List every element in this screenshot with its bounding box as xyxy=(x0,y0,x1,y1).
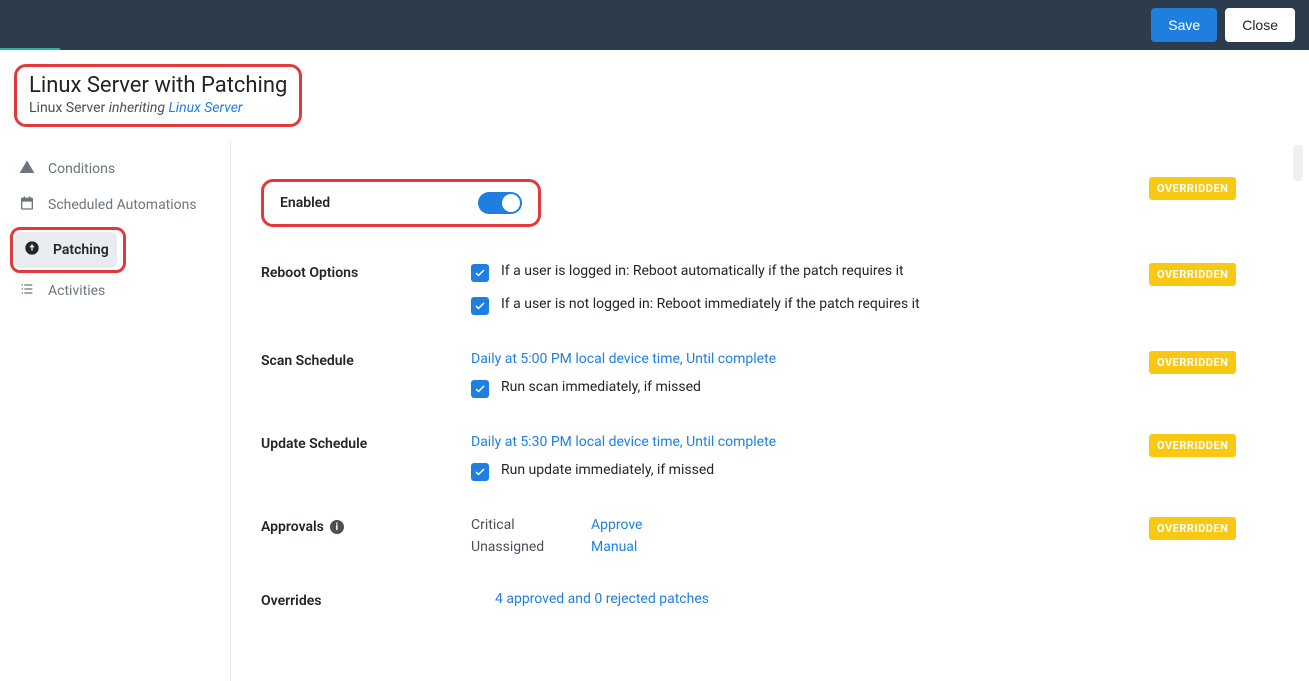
close-button[interactable]: Close xyxy=(1225,8,1295,42)
enabled-label: Enabled xyxy=(280,195,478,211)
update-missed-checkbox[interactable] xyxy=(471,463,489,481)
approvals-value-critical[interactable]: Approve xyxy=(591,517,1149,533)
scan-schedule-link[interactable]: Daily at 5:00 PM local device time, Unti… xyxy=(471,351,776,367)
page-subtitle-link[interactable]: Linux Server xyxy=(168,100,242,116)
update-missed-text: Run update immediately, if missed xyxy=(501,462,714,478)
sidebar-item-patching[interactable]: Patching xyxy=(15,232,117,268)
approvals-value-unassigned[interactable]: Manual xyxy=(591,539,1149,555)
page-title: Linux Server with Patching xyxy=(29,73,287,98)
row-enabled: Enabled OVERRIDDEN xyxy=(261,165,1269,251)
main-content: Enabled OVERRIDDEN Reboot Options If a u… xyxy=(230,141,1309,681)
approvals-label: Approvals xyxy=(261,519,324,535)
scan-missed-text: Run scan immediately, if missed xyxy=(501,379,701,395)
sidebar-item-label: Scheduled Automations xyxy=(48,197,197,213)
list-icon xyxy=(18,281,36,301)
update-schedule-link[interactable]: Daily at 5:30 PM local device time, Unti… xyxy=(471,434,776,450)
row-approvals: Approvals i Critical Approve Unassigned … xyxy=(261,505,1269,579)
page-header: Linux Server with Patching Linux Server … xyxy=(0,50,1309,141)
sidebar-item-label: Patching xyxy=(53,242,109,258)
reboot-notloggedin-text: If a user is not logged in: Reboot immed… xyxy=(501,296,920,312)
topbar: Save Close xyxy=(0,0,1309,50)
row-scan-schedule: Scan Schedule Daily at 5:00 PM local dev… xyxy=(261,339,1269,422)
row-overrides: Overrides 4 approved and 0 rejected patc… xyxy=(261,579,1269,613)
sidebar: Conditions Scheduled Automations Patchin… xyxy=(10,141,230,681)
scan-missed-checkbox[interactable] xyxy=(471,380,489,398)
scan-label: Scan Schedule xyxy=(261,353,354,369)
arrow-circle-up-icon xyxy=(23,240,41,260)
reboot-label: Reboot Options xyxy=(261,265,358,281)
page-header-highlight: Linux Server with Patching Linux Server … xyxy=(14,64,302,127)
row-reboot-options: Reboot Options If a user is logged in: R… xyxy=(261,251,1269,339)
scrollbar[interactable] xyxy=(1293,145,1303,181)
save-button[interactable]: Save xyxy=(1151,8,1217,42)
calendar-icon xyxy=(18,195,36,215)
enabled-toggle[interactable] xyxy=(478,192,522,214)
toggle-knob xyxy=(502,194,520,212)
reboot-notloggedin-checkbox[interactable] xyxy=(471,297,489,315)
approvals-key-unassigned: Unassigned xyxy=(471,539,591,555)
overrides-label: Overrides xyxy=(261,593,321,609)
overridden-badge: OVERRIDDEN xyxy=(1149,517,1236,540)
sidebar-item-conditions[interactable]: Conditions xyxy=(10,151,230,187)
page-subtitle-inherit: inheriting xyxy=(109,100,169,116)
overridden-badge: OVERRIDDEN xyxy=(1149,434,1236,457)
page-subtitle-prefix: Linux Server xyxy=(29,100,109,116)
sidebar-item-scheduled-automations[interactable]: Scheduled Automations xyxy=(10,187,230,223)
overrides-link[interactable]: 4 approved and 0 rejected patches xyxy=(495,591,709,607)
sidebar-item-label: Conditions xyxy=(48,161,115,177)
info-icon[interactable]: i xyxy=(330,520,344,534)
sidebar-item-label: Activities xyxy=(48,283,105,299)
sidebar-item-activities[interactable]: Activities xyxy=(10,273,230,309)
sidebar-item-highlight: Patching xyxy=(10,227,126,273)
overridden-badge: OVERRIDDEN xyxy=(1149,177,1236,200)
update-label: Update Schedule xyxy=(261,436,367,452)
approvals-key-critical: Critical xyxy=(471,517,591,533)
overridden-badge: OVERRIDDEN xyxy=(1149,351,1236,374)
page-subtitle: Linux Server inheriting Linux Server xyxy=(29,100,287,116)
reboot-loggedin-text: If a user is logged in: Reboot automatic… xyxy=(501,263,904,279)
overridden-badge: OVERRIDDEN xyxy=(1149,263,1236,286)
warning-icon xyxy=(18,159,36,179)
reboot-loggedin-checkbox[interactable] xyxy=(471,264,489,282)
row-update-schedule: Update Schedule Daily at 5:30 PM local d… xyxy=(261,422,1269,505)
enabled-highlight: Enabled xyxy=(261,179,541,227)
